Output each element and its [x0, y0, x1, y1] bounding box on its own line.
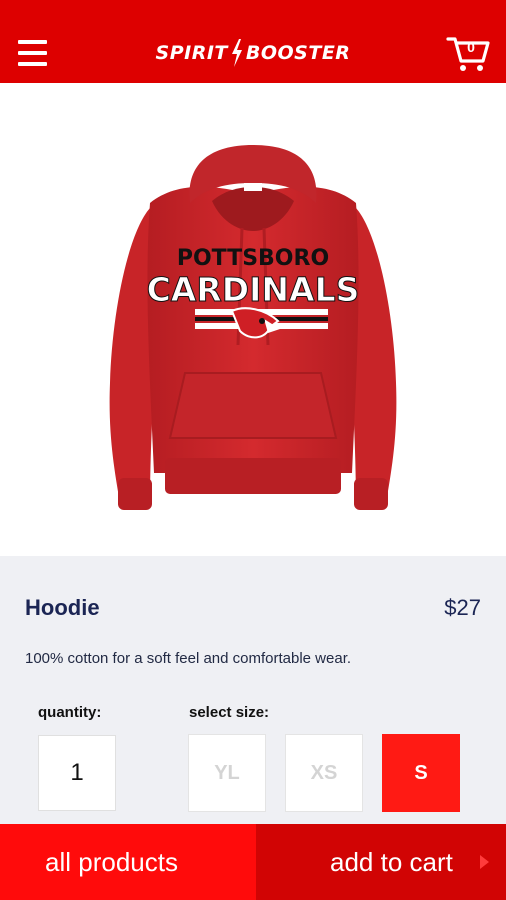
logo-text-left: SPIRIT [155, 42, 228, 64]
size-option-yl[interactable]: YL [188, 734, 266, 812]
bottom-action-bar: all products add to cart [0, 824, 506, 900]
spirit-booster-logo[interactable]: SPIRIT BOOSTER [150, 38, 356, 68]
product-description: 100% cotton for a soft feel and comforta… [25, 650, 352, 667]
hoodie-image: POTTSBORO CARDINALS [109, 145, 397, 510]
top-app-bar: SPIRIT BOOSTER 0 [0, 0, 506, 83]
size-option-xs[interactable]: XS [285, 734, 363, 812]
quantity-label: quantity: [38, 704, 102, 721]
graphic-text-main: CARDINALS [147, 270, 360, 309]
menu-line [18, 51, 47, 55]
cart-button[interactable]: 0 [446, 34, 490, 74]
product-name: Hoodie [25, 595, 100, 620]
menu-line [18, 62, 47, 66]
hamburger-menu-icon[interactable] [18, 40, 47, 66]
all-products-button[interactable]: all products [0, 824, 256, 900]
cart-count-badge: 0 [467, 39, 475, 55]
size-option-s[interactable]: S [382, 734, 460, 812]
graphic-text-top: POTTSBORO [177, 246, 329, 271]
add-to-cart-label: add to cart [330, 846, 453, 877]
add-to-cart-button[interactable]: add to cart [256, 824, 506, 900]
product-image[interactable]: POTTSBORO CARDINALS [0, 83, 506, 556]
quantity-input[interactable]: 1 [38, 735, 116, 811]
lightning-bolt-icon [231, 39, 242, 67]
product-price: $27 [444, 595, 481, 620]
arrow-right-icon [480, 855, 489, 869]
all-products-label: all products [45, 846, 178, 877]
size-label: select size: [189, 704, 270, 721]
menu-line [18, 40, 47, 44]
logo-text-right: BOOSTER [245, 42, 351, 64]
